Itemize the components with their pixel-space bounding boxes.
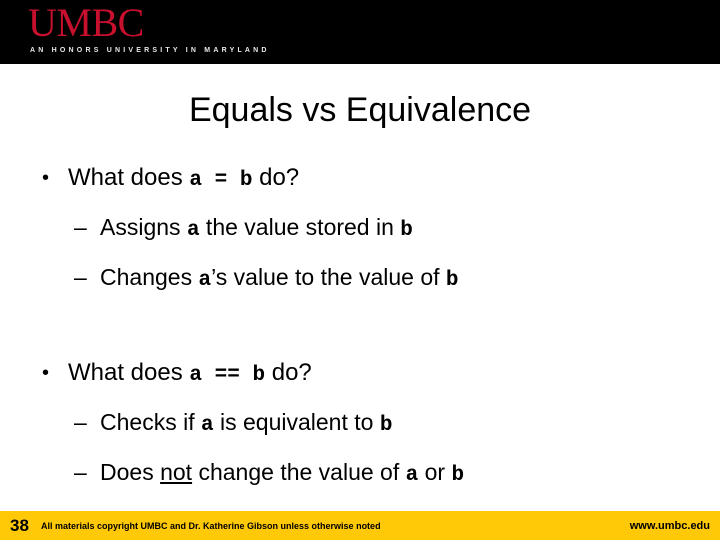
text-run: What does [68, 359, 190, 386]
code-token: = [202, 169, 240, 192]
emphasis-underline: not [160, 459, 193, 485]
text-run: Changes [100, 264, 199, 290]
page-number: 38 [10, 516, 29, 535]
code-token: b [400, 219, 413, 242]
bullet-group-spacer [34, 304, 694, 350]
code-token: a [186, 219, 200, 242]
bullet-item-level2: – Checks if a is equivalent to b [34, 399, 694, 449]
text-run: the value stored in [199, 214, 401, 240]
dash-marker-icon: – [74, 264, 87, 290]
bullet-item-level2: – Assigns a the value stored in b [34, 204, 694, 254]
slide-footer-bar: 38 All materials copyright UMBC and Dr. … [0, 511, 720, 540]
bullet-item-level2: – Does not change the value of a or b [34, 449, 694, 499]
text-run: is equivalent to [213, 409, 380, 435]
bullet-marker-icon: • [42, 362, 50, 384]
code-token: b [252, 364, 266, 387]
dash-marker-icon: – [74, 409, 87, 435]
code-token: a [189, 364, 203, 387]
bullet-item-level2: – Changes a’s value to the value of b [34, 254, 694, 304]
text-run: Assigns [100, 214, 187, 240]
bullet-marker-icon: • [42, 167, 50, 189]
bullet-list: • What does a = b do? – Assigns a the value… [34, 155, 694, 499]
dash-marker-icon: – [74, 459, 87, 485]
text-run: Does [100, 459, 161, 485]
code-token: == [202, 364, 253, 387]
code-token: b [451, 464, 465, 487]
bullet-item-level1: • What does a = b do? [34, 155, 694, 204]
code-token: a [405, 464, 419, 487]
code-token: a [198, 269, 212, 292]
code-token: b [239, 169, 253, 192]
text-run: change the value of [192, 459, 406, 485]
text-run: do? [252, 164, 300, 191]
footer-website-link[interactable]: www.umbc.edu [630, 520, 710, 533]
slide-content-body: • What does a = b do? – Assigns a the value… [34, 155, 694, 499]
text-run: Checks if [100, 409, 201, 435]
text-run: or [418, 459, 452, 485]
copyright-notice: All materials copyright UMBC and Dr. Kat… [41, 521, 381, 531]
bullet-item-level1: • What does a == b do? [34, 350, 694, 399]
code-token: b [445, 269, 459, 292]
dash-marker-icon: – [74, 214, 87, 240]
umbc-logo-wordmark: UMBC [28, 0, 144, 45]
umbc-logo-tagline: AN HONORS UNIVERSITY IN MARYLAND [30, 47, 270, 54]
page-title: Equals vs Equivalence [188, 91, 532, 129]
text-run: ’s value to the value of [211, 264, 446, 290]
text-run: What does [68, 164, 190, 191]
code-token: a [200, 414, 214, 437]
slide-header-bar: UMBC AN HONORS UNIVERSITY IN MARYLAND [0, 0, 720, 64]
text-run: do? [265, 359, 312, 386]
code-token: a [189, 169, 203, 192]
code-token: b [379, 414, 393, 437]
